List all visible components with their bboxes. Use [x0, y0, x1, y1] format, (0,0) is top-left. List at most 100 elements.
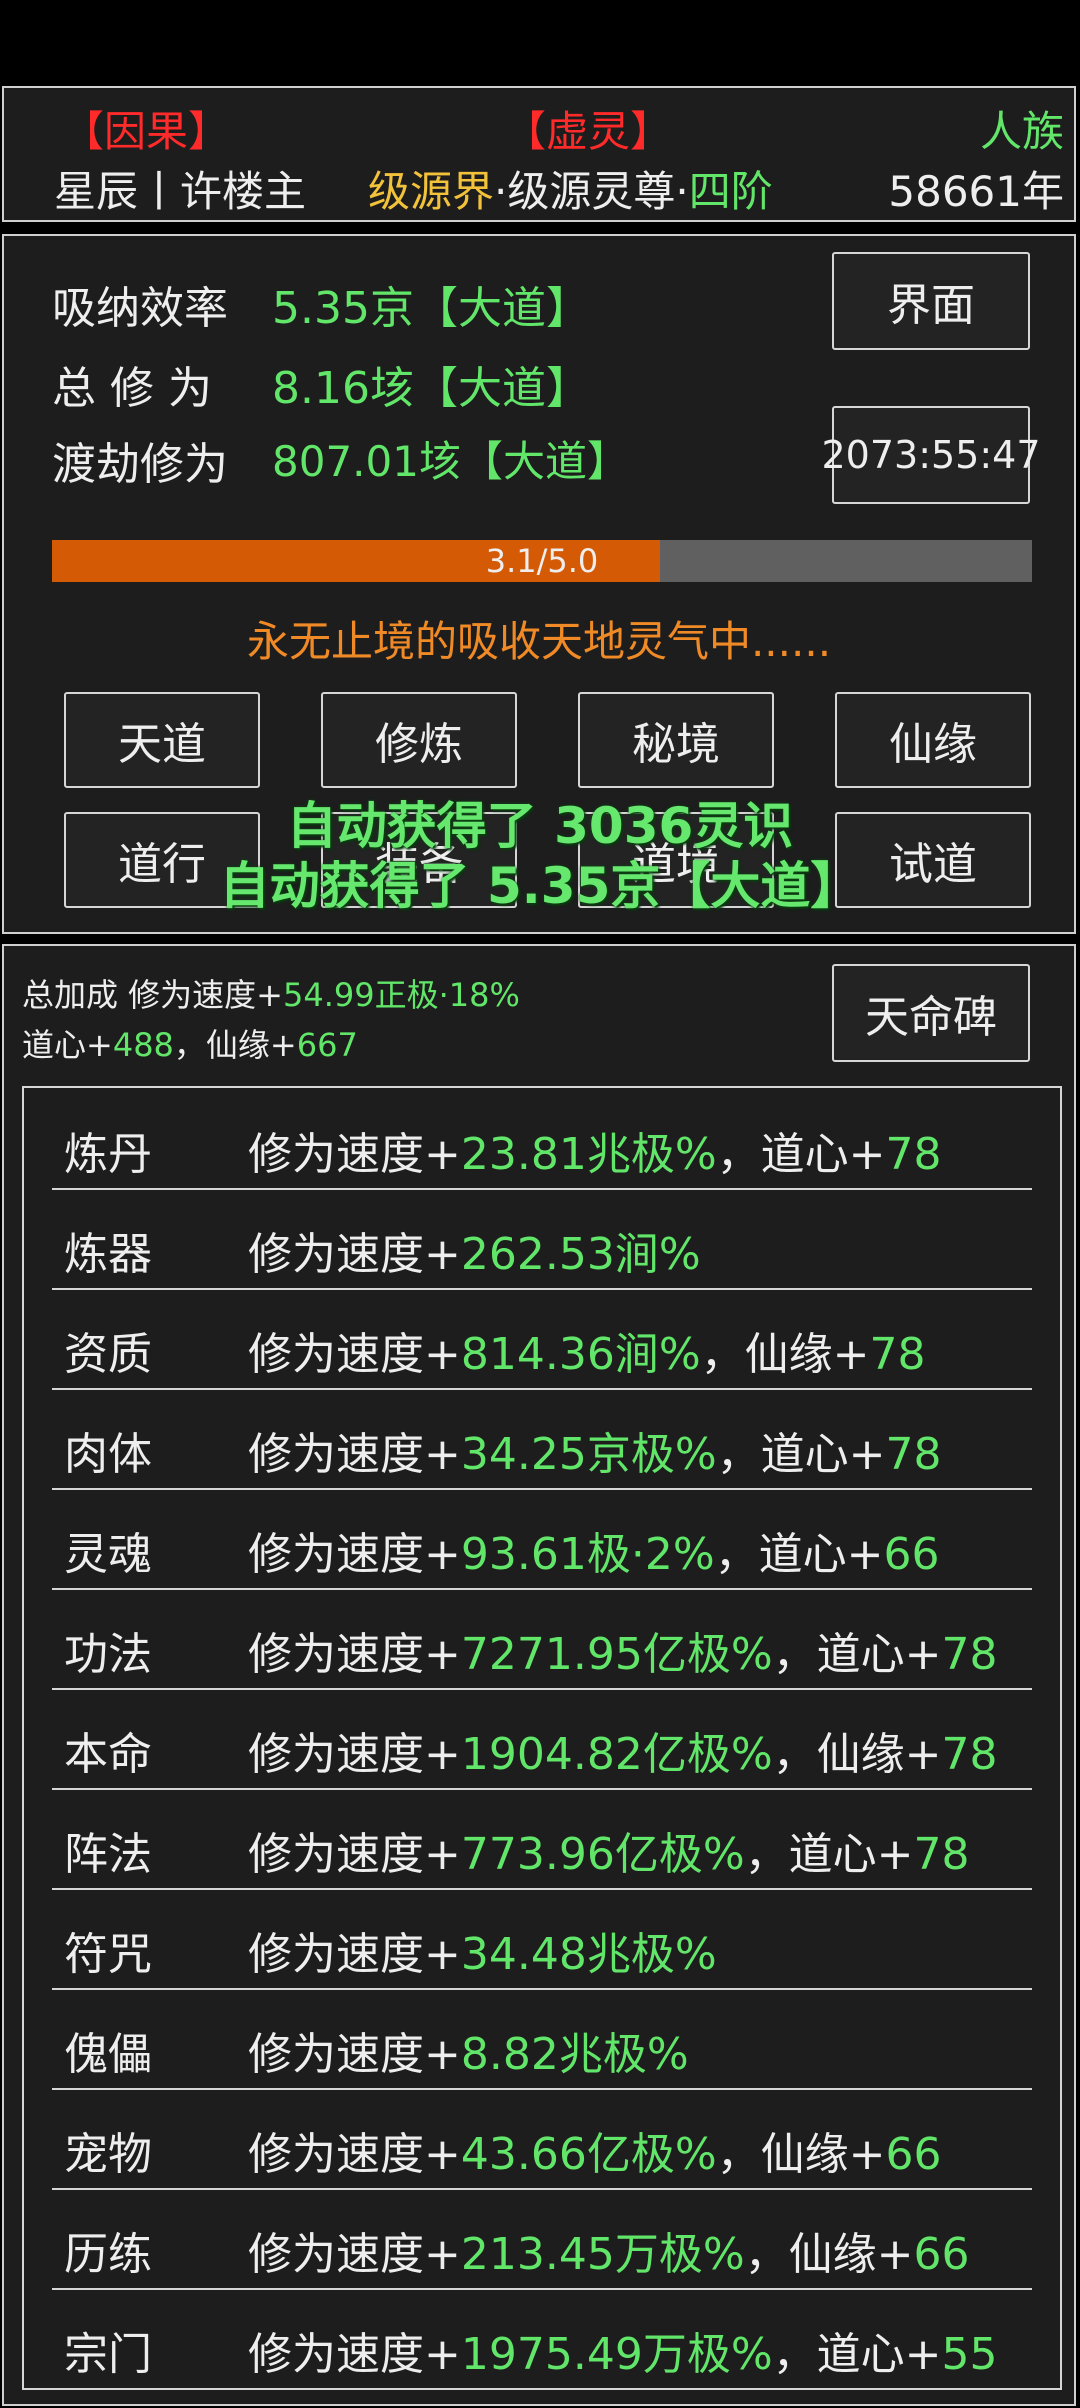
age-years: 58661年 — [888, 167, 1064, 216]
extra-label: ，道心+ — [716, 1129, 886, 1180]
speed-prefix: 修为速度+ — [248, 2229, 461, 2280]
bonus-description: 修为速度+773.96亿极%，道心+78 — [248, 1818, 970, 1882]
extra-label: ，仙缘+ — [772, 1729, 942, 1780]
bonus-category: 资质 — [64, 1329, 152, 1380]
bonus-description: 修为速度+7271.95亿极%，道心+78 — [248, 1618, 998, 1682]
speed-prefix: 修为速度+ — [248, 1929, 461, 1980]
tribulation-label: 渡劫修为 — [52, 439, 228, 490]
heaven-dao-button[interactable]: 天道 — [64, 692, 260, 788]
destiny-stele-button[interactable]: 天命碑 — [832, 964, 1030, 1062]
attribute-bonus-line: 道心+488，仙缘+667 — [22, 1020, 358, 1066]
bonus-row: 宗门 修为速度+1975.49万极%，道心+55 — [52, 2290, 1032, 2390]
race-label: 人族 — [979, 107, 1064, 156]
speed-value: 1975.49万极% — [460, 2329, 773, 2380]
speed-value: 93.61极·2% — [460, 1529, 715, 1580]
bonus-description: 修为速度+93.61极·2%，道心+66 — [248, 1518, 940, 1582]
bonus-category: 灵魂 — [64, 1529, 152, 1580]
bonus-category: 历练 — [64, 2229, 152, 2280]
interface-button[interactable]: 界面 — [832, 252, 1030, 350]
extra-value: 66 — [913, 2229, 970, 2280]
bonus-description: 修为速度+34.25京极%，道心+78 — [248, 1418, 942, 1482]
daoxin-value: 488 — [112, 1026, 174, 1064]
timer-display[interactable]: 2073:55:47 — [821, 406, 1041, 504]
speed-value: 7271.95亿极% — [460, 1629, 773, 1680]
extra-value: 55 — [941, 2329, 998, 2380]
extra-label: ，仙缘+ — [716, 2129, 886, 2180]
bonus-description: 修为速度+814.36涧%，仙缘+78 — [248, 1318, 926, 1382]
extra-label: ，道心+ — [772, 2329, 942, 2380]
tribulation-value: 807.01垓【大道】 — [272, 437, 629, 486]
xianyuan-prefix: 仙缘+ — [205, 1026, 297, 1064]
bonus-description: 修为速度+1975.49万极%，道心+55 — [248, 2318, 998, 2382]
extra-value: 78 — [913, 1829, 970, 1880]
bonus-category: 阵法 — [64, 1829, 152, 1880]
realm-world: 级源界 — [368, 167, 495, 216]
absorb-label: 吸纳效率 — [52, 283, 228, 334]
speed-value: 23.81兆极% — [460, 1129, 717, 1180]
bonus-row: 肉体 修为速度+34.25京极%，道心+78 — [52, 1390, 1032, 1490]
speed-prefix: 修为速度+ — [248, 1329, 461, 1380]
total-bonus-line: 总加成 修为速度+54.99正极·18% — [22, 970, 520, 1016]
bonus-row: 宠物 修为速度+43.66亿极%，仙缘+66 — [52, 2090, 1032, 2190]
speed-prefix: 修为速度+ — [248, 1729, 461, 1780]
karma-tag: 【因果】 — [62, 107, 231, 156]
bonus-description: 修为速度+23.81兆极%，道心+78 — [248, 1118, 942, 1182]
extra-value: 78 — [941, 1629, 998, 1680]
speed-value: 213.45万极% — [460, 2229, 745, 2280]
bonus-description: 修为速度+34.48兆极% — [248, 1918, 717, 1982]
bonus-row: 炼丹 修为速度+23.81兆极%，道心+78 — [52, 1090, 1032, 1190]
bonus-row: 符咒 修为速度+34.48兆极% — [52, 1890, 1032, 1990]
progress-text: 3.1/5.0 — [485, 542, 599, 580]
speed-value: 43.66亿极% — [460, 2129, 717, 2180]
bonus-row: 傀儡 修为速度+8.82兆极% — [52, 1990, 1032, 2090]
bonus-category: 肉体 — [64, 1429, 152, 1480]
bonus-description: 修为速度+213.45万极%，仙缘+66 — [248, 2218, 970, 2282]
bonus-description: 修为速度+262.53涧% — [248, 1218, 701, 1282]
speed-prefix: 修为速度+ — [248, 1429, 461, 1480]
speed-prefix: 修为速度+ — [248, 1829, 461, 1880]
immortal-fate-button[interactable]: 仙缘 — [835, 692, 1031, 788]
bonus-row: 本命 修为速度+1904.82亿极%，仙缘+78 — [52, 1690, 1032, 1790]
speed-value: 34.25京极% — [460, 1429, 717, 1480]
extra-label: ，仙缘+ — [744, 2229, 914, 2280]
bonus-category: 功法 — [64, 1629, 152, 1680]
total-bonus-value: 54.99正极·18% — [283, 976, 520, 1014]
bonus-description: 修为速度+1904.82亿极%，仙缘+78 — [248, 1718, 998, 1782]
bonus-panel: 总加成 修为速度+54.99正极·18% 道心+488，仙缘+667 天命碑 炼… — [2, 944, 1076, 2406]
bonus-category: 宗门 — [64, 2329, 152, 2380]
extra-value: 66 — [883, 1529, 940, 1580]
extra-label: ，道心+ — [772, 1629, 942, 1680]
bonus-row: 资质 修为速度+814.36涧%，仙缘+78 — [52, 1290, 1032, 1390]
extra-value: 78 — [885, 1429, 942, 1480]
speed-value: 773.96亿极% — [460, 1829, 745, 1880]
absorb-value: 5.35京【大道】 — [272, 283, 590, 334]
realm-label: 级源界·级源灵尊·四阶 — [368, 158, 773, 219]
status-message: 永无止境的吸收天地灵气中...... — [246, 617, 832, 666]
extra-label: ，道心+ — [744, 1829, 914, 1880]
total-label: 总 修 为 — [52, 363, 212, 414]
bonus-list: 炼丹 修为速度+23.81兆极%，道心+78 炼器 修为速度+262.53涧% 资质 修为… — [22, 1086, 1062, 2390]
toast-message: 自动获得了 5.35京【大道】 — [219, 857, 861, 915]
extra-value: 66 — [885, 2129, 942, 2180]
secret-realm-button[interactable]: 秘境 — [578, 692, 774, 788]
speed-prefix: 修为速度+ — [248, 2029, 461, 2080]
speed-value: 8.82兆极% — [460, 2029, 689, 2080]
bonus-description: 修为速度+8.82兆极% — [248, 2018, 689, 2082]
bonus-description: 修为速度+43.66亿极%，仙缘+66 — [248, 2118, 942, 2182]
bonus-row: 炼器 修为速度+262.53涧% — [52, 1190, 1032, 1290]
header-panel: 【因果】 【虚灵】 人族 星辰丨许楼主 级源界·级源灵尊·四阶 58661年 — [2, 86, 1076, 222]
extra-value: 78 — [869, 1329, 926, 1380]
speed-value: 262.53涧% — [460, 1229, 701, 1280]
bonus-row: 功法 修为速度+7271.95亿极%，道心+78 — [52, 1590, 1032, 1690]
extra-value: 78 — [941, 1729, 998, 1780]
total-bonus-prefix: 总加成 修为速度+ — [22, 976, 283, 1014]
speed-prefix: 修为速度+ — [248, 1129, 461, 1180]
cultivate-button[interactable]: 修炼 — [321, 692, 517, 788]
speed-prefix: 修为速度+ — [248, 2329, 461, 2380]
xianyuan-value: 667 — [296, 1026, 358, 1064]
speed-prefix: 修为速度+ — [248, 2129, 461, 2180]
daoxin-prefix: 道心+ — [22, 1026, 113, 1064]
speed-value: 1904.82亿极% — [460, 1729, 773, 1780]
bonus-row: 历练 修为速度+213.45万极%，仙缘+66 — [52, 2190, 1032, 2290]
total-value: 8.16垓【大道】 — [272, 363, 590, 414]
